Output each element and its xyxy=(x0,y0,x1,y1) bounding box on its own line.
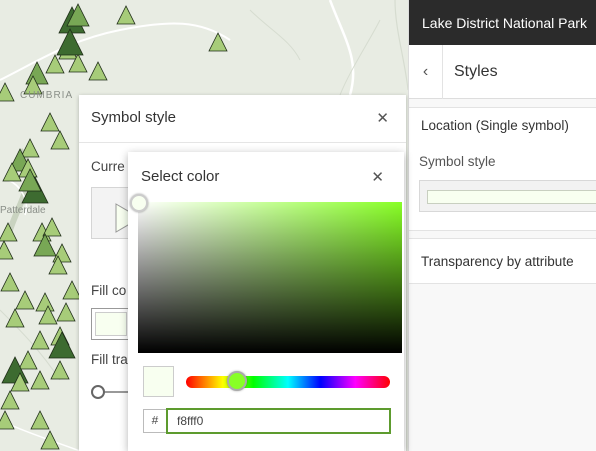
tree-triangle-icon xyxy=(0,272,20,292)
tree-triangle-icon xyxy=(40,112,60,132)
fill-transparency-label: Fill tra xyxy=(91,352,128,367)
close-icon[interactable]: ✕ xyxy=(371,168,384,186)
color-field-handle[interactable] xyxy=(130,194,148,212)
select-color-title: Select color xyxy=(141,168,220,185)
tree-triangle-icon xyxy=(88,61,108,81)
hex-prefix-label: # xyxy=(143,409,167,433)
fill-color-button[interactable] xyxy=(91,308,131,340)
tree-triangle-icon xyxy=(50,360,70,380)
tree-triangle-icon xyxy=(116,5,136,25)
tree-triangle-icon xyxy=(20,138,40,158)
fill-color-swatch xyxy=(95,312,127,336)
tree-triangle-icon xyxy=(40,430,60,450)
tree-triangle-icon xyxy=(15,290,35,310)
tree-triangle-icon xyxy=(52,243,72,263)
tree-triangle-icon xyxy=(42,217,62,237)
tree-triangle-icon xyxy=(0,240,14,260)
symbol-style-panel-title: Symbol style xyxy=(91,109,177,126)
tree-triangle-icon xyxy=(35,292,55,312)
hex-color-input[interactable] xyxy=(166,408,391,434)
location-style-title: Location (Single symbol) xyxy=(421,118,569,133)
close-icon[interactable]: ✕ xyxy=(376,109,389,127)
current-symbol-label: Curre xyxy=(91,159,125,174)
tree-triangle-icon xyxy=(56,302,76,322)
transparency-by-attribute-section[interactable]: Transparency by attribute xyxy=(409,238,596,284)
selected-color-swatch xyxy=(143,366,174,397)
tree-triangle-icon xyxy=(50,130,70,150)
back-button[interactable]: ‹ xyxy=(409,44,443,99)
fill-transparency-slider-handle[interactable] xyxy=(91,385,105,399)
tree-triangle-icon xyxy=(30,370,50,390)
hue-slider[interactable] xyxy=(186,371,390,391)
divider xyxy=(79,142,406,143)
location-style-section: Location (Single symbol) Symbol style xyxy=(409,107,596,231)
tree-triangle-icon xyxy=(30,330,50,350)
tree-triangle-icon xyxy=(18,350,38,370)
right-panel: Lake District National Park ‹ Styles Loc… xyxy=(408,0,596,451)
chevron-left-icon: ‹ xyxy=(422,62,429,80)
symbol-style-button[interactable] xyxy=(419,180,596,212)
color-saturation-field[interactable] xyxy=(130,194,402,353)
tree-triangle-icon xyxy=(0,410,15,430)
tree-triangle-icon xyxy=(5,308,25,328)
select-color-popup: Select color ✕ # xyxy=(128,152,404,451)
symbol-style-label: Symbol style xyxy=(419,154,496,169)
transparency-by-attribute-label: Transparency by attribute xyxy=(421,254,574,269)
styles-header: ‹ Styles xyxy=(409,44,596,99)
tree-triangle-icon xyxy=(0,390,20,410)
tree-triangle-icon xyxy=(30,410,50,430)
symbol-swatch xyxy=(427,190,596,204)
styles-title: Styles xyxy=(454,62,498,80)
fill-color-label: Fill co xyxy=(91,283,127,298)
hue-slider-handle[interactable] xyxy=(227,371,247,391)
map-label-town: Patterdale xyxy=(0,205,46,216)
tree-triangle-icon xyxy=(0,82,15,102)
map-label-region: CUMBRIA xyxy=(20,90,74,101)
app-header: Lake District National Park xyxy=(409,0,596,45)
app-title: Lake District National Park xyxy=(422,14,587,31)
